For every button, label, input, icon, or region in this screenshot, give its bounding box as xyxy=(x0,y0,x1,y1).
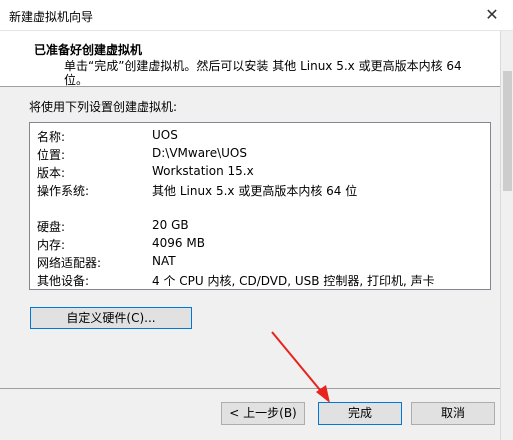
summary-value: D:\VMware\UOS xyxy=(152,146,247,160)
summary-value: 4096 MB xyxy=(152,236,205,250)
summary-value: 4 个 CPU 内核, CD/DVD, USB 控制器, 打印机, 声卡 xyxy=(152,274,435,288)
page-title: 已准备好创建虚拟机 xyxy=(34,43,143,57)
summary-row-disk: 硬盘: 20 GB xyxy=(30,218,490,236)
summary-row-name: 名称: UOS xyxy=(30,128,490,146)
summary-key: 硬盘: xyxy=(37,220,66,234)
close-icon[interactable]: ✕ xyxy=(481,4,503,26)
summary-row-other-devices: 其他设备: 4 个 CPU 内核, CD/DVD, USB 控制器, 打印机, … xyxy=(30,272,490,290)
settings-summary-box: 名称: UOS 位置: D:\VMware\UOS 版本: Workstatio… xyxy=(29,122,491,290)
summary-key: 名称: xyxy=(37,130,66,144)
summary-value: NAT xyxy=(152,254,176,268)
summary-value: Workstation 15.x xyxy=(152,164,254,178)
finish-button[interactable]: 完成 xyxy=(318,402,402,425)
wizard-header: 已准备好创建虚拟机 单击“完成”创建虚拟机。然后可以安装 其他 Linux 5.… xyxy=(0,31,500,87)
summary-label: 将使用下列设置创建虚拟机: xyxy=(29,100,178,114)
scrollbar-thumb[interactable] xyxy=(503,71,512,191)
customize-hardware-button[interactable]: 自定义硬件(C)... xyxy=(30,307,192,329)
summary-value: 20 GB xyxy=(152,218,189,232)
cancel-button[interactable]: 取消 xyxy=(411,402,495,425)
summary-key: 内存: xyxy=(37,238,66,252)
summary-key: 位置: xyxy=(37,148,66,162)
title-bar: 新建虚拟机向导 ✕ xyxy=(0,0,513,31)
summary-key: 版本: xyxy=(37,166,66,180)
summary-row-memory: 内存: 4096 MB xyxy=(30,236,490,254)
page-description: 单击“完成”创建虚拟机。然后可以安装 其他 Linux 5.x 或更高版本内核 … xyxy=(64,59,462,87)
summary-row-version: 版本: Workstation 15.x xyxy=(30,164,490,182)
back-button[interactable]: < 上一步(B) xyxy=(221,402,305,425)
footer-divider xyxy=(0,388,500,389)
summary-row-os: 操作系统: 其他 Linux 5.x 或更高版本内核 64 位 xyxy=(30,182,490,200)
window-title: 新建虚拟机向导 xyxy=(9,10,94,24)
summary-row-location: 位置: D:\VMware\UOS xyxy=(30,146,490,164)
arrow-shaft xyxy=(271,331,326,397)
summary-value: UOS xyxy=(152,128,178,142)
summary-key: 网络适配器: xyxy=(37,256,102,270)
summary-value: 其他 Linux 5.x 或更高版本内核 64 位 xyxy=(152,184,358,198)
vertical-scrollbar[interactable] xyxy=(500,31,513,440)
summary-key: 操作系统: xyxy=(37,184,90,198)
summary-key: 其他设备: xyxy=(37,274,90,288)
summary-row-network: 网络适配器: NAT xyxy=(30,254,490,272)
